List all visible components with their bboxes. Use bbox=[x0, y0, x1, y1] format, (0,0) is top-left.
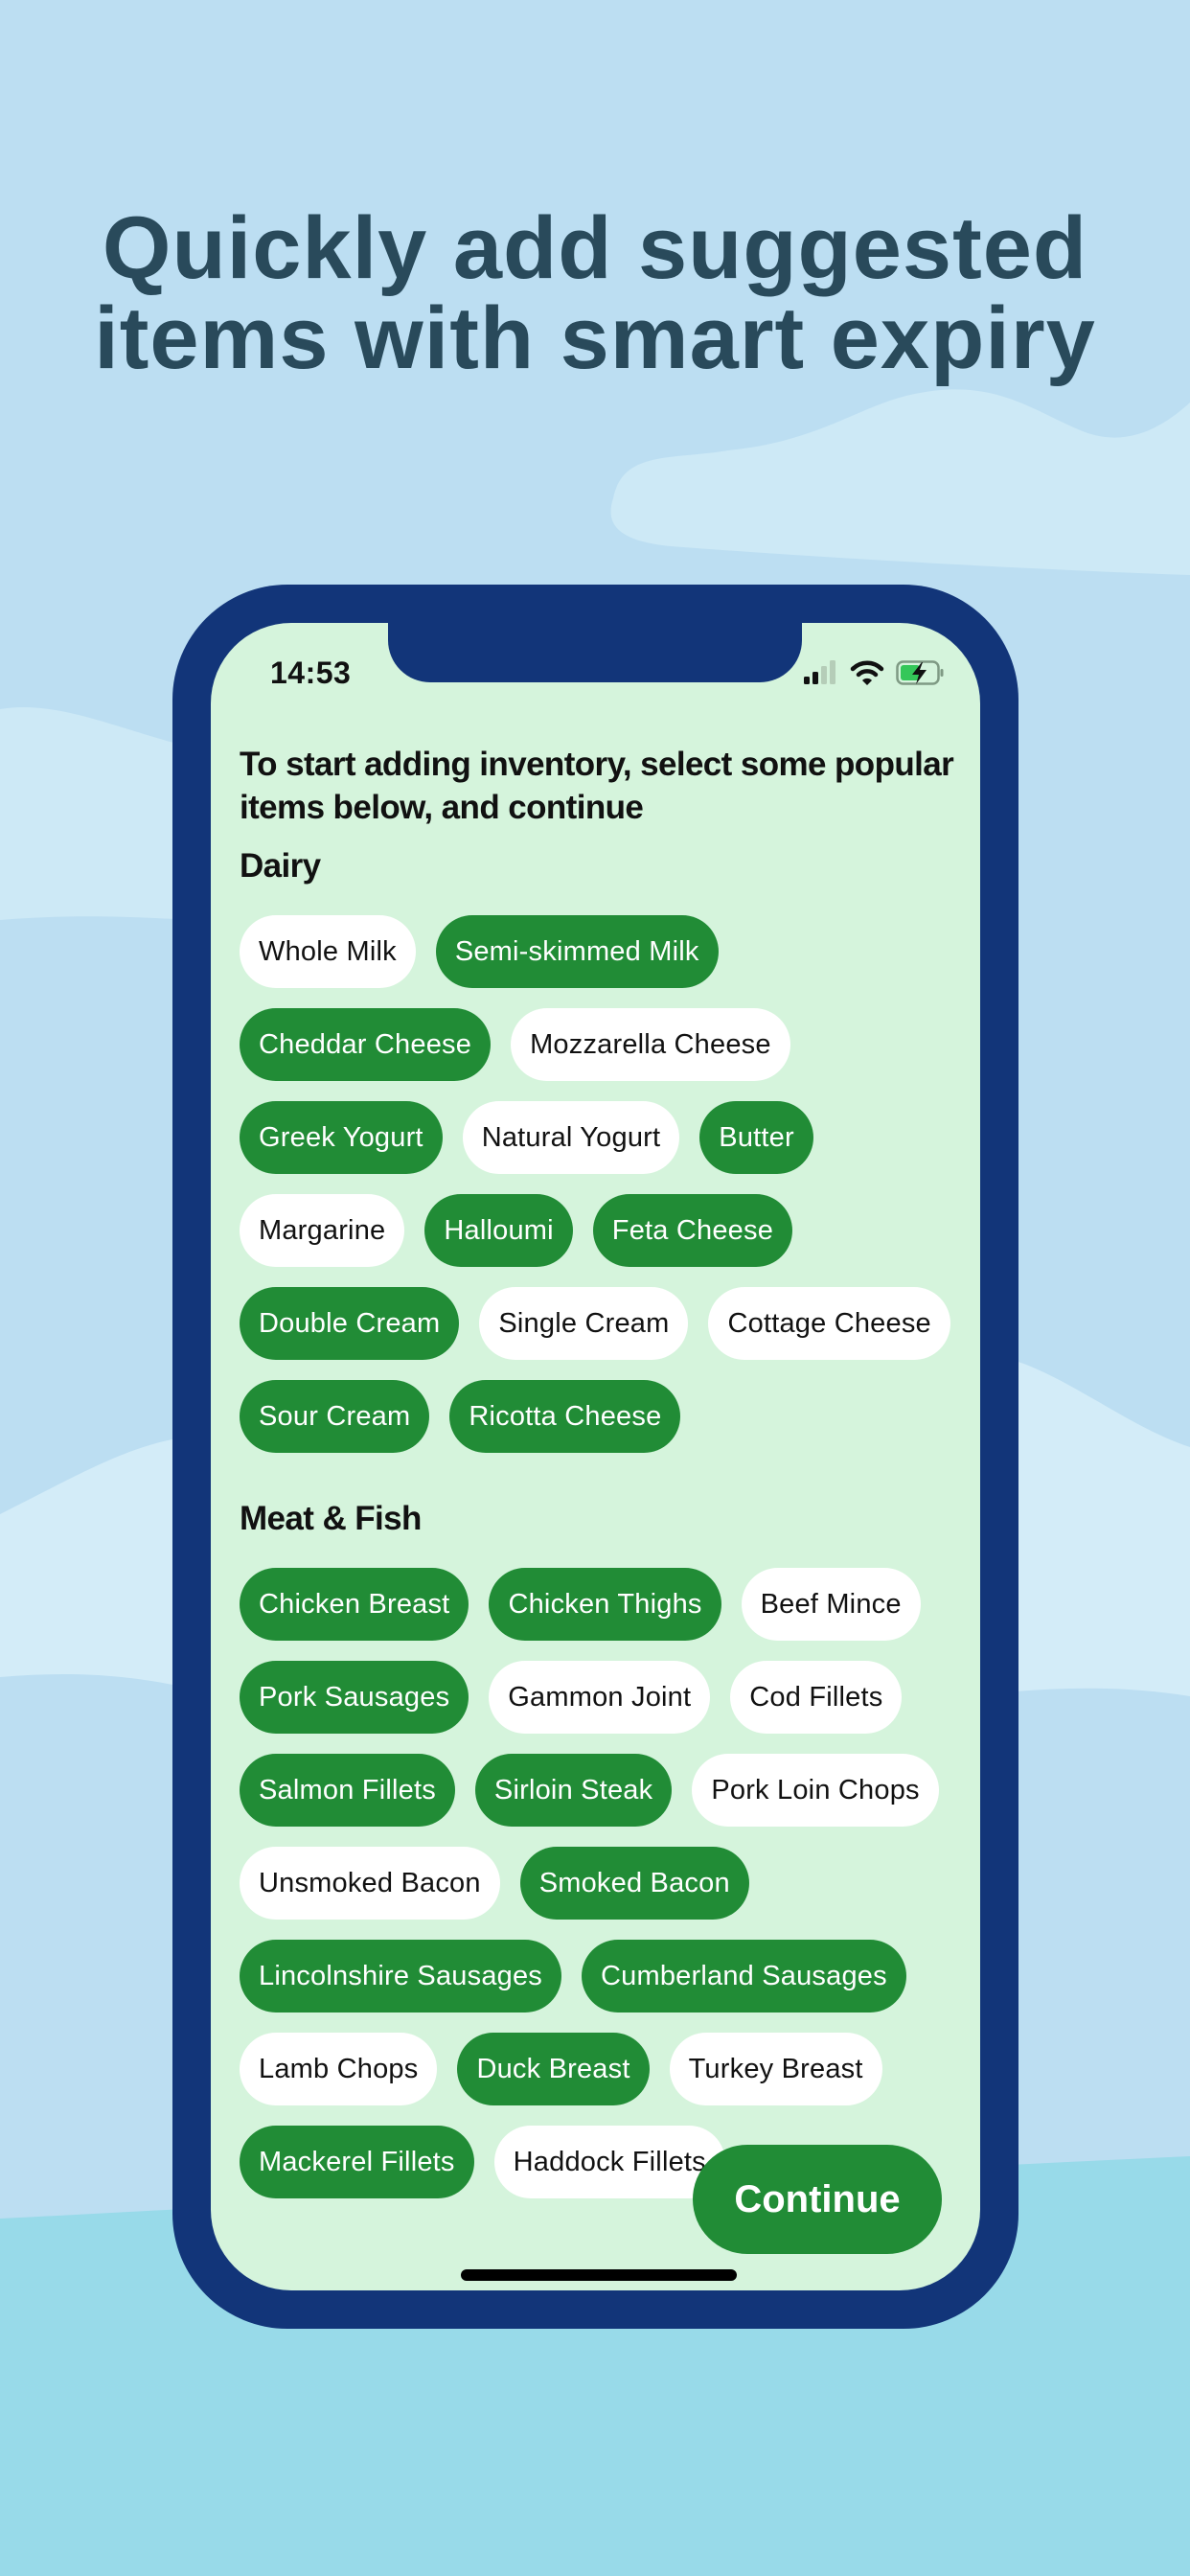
item-chip[interactable]: Greek Yogurt bbox=[240, 1101, 443, 1174]
item-chip[interactable]: Gammon Joint bbox=[489, 1661, 711, 1734]
item-chip[interactable]: Butter bbox=[699, 1101, 813, 1174]
item-chip-label: Pork Loin Chops bbox=[711, 1774, 920, 1806]
home-indicator[interactable] bbox=[461, 2269, 737, 2281]
item-chip[interactable]: Chicken Thighs bbox=[489, 1568, 721, 1641]
item-chip-label: Sirloin Steak bbox=[493, 1774, 653, 1806]
meat-fish-chip-group: Chicken Breast Chicken Thighs Beef Mince Po… bbox=[240, 1568, 968, 2198]
item-chip[interactable]: Lincolnshire Sausages bbox=[240, 1940, 561, 2012]
item-chip[interactable]: Sour Cream bbox=[240, 1380, 430, 1453]
item-chip[interactable]: Cheddar Cheese bbox=[240, 1008, 492, 1081]
item-chip-label: Greek Yogurt bbox=[259, 1121, 423, 1153]
item-chip-label: Beef Mince bbox=[760, 1588, 902, 1620]
item-chip[interactable]: Cod Fillets bbox=[730, 1661, 903, 1734]
item-chip[interactable]: Cottage Cheese bbox=[708, 1287, 950, 1360]
item-chip[interactable]: Feta Cheese bbox=[592, 1194, 793, 1267]
item-chip[interactable]: Unsmoked Bacon bbox=[240, 1847, 500, 1920]
continue-button[interactable]: Continue bbox=[693, 2145, 942, 2254]
item-chip-label: Sour Cream bbox=[259, 1400, 411, 1432]
item-chip-label: Cumberland Sausages bbox=[601, 1960, 887, 1991]
item-chip[interactable]: Chicken Breast bbox=[240, 1568, 469, 1641]
item-chip[interactable]: Sirloin Steak bbox=[474, 1754, 673, 1827]
item-chip-label: Cod Fillets bbox=[749, 1681, 883, 1713]
phone-frame: 14:53 To start adding inventory, select … bbox=[172, 585, 1018, 2329]
item-chip-label: Chicken Thighs bbox=[508, 1588, 702, 1620]
item-chip-label: Mackerel Fillets bbox=[259, 2146, 455, 2177]
item-chip[interactable]: Halloumi bbox=[424, 1194, 573, 1267]
item-chip[interactable]: Turkey Breast bbox=[669, 2033, 882, 2105]
item-chip-label: Ricotta Cheese bbox=[469, 1400, 662, 1432]
section-title-meat-fish: Meat & Fish bbox=[240, 1500, 422, 1537]
status-icons bbox=[802, 659, 946, 686]
item-chip[interactable]: Pork Sausages bbox=[240, 1661, 469, 1734]
item-chip[interactable]: Margarine bbox=[240, 1194, 405, 1267]
item-chip-label: Natural Yogurt bbox=[481, 1121, 661, 1153]
battery-charging-icon bbox=[896, 660, 944, 685]
item-chip[interactable]: Natural Yogurt bbox=[462, 1101, 680, 1174]
item-chip-label: Chicken Breast bbox=[259, 1588, 450, 1620]
item-chip-label: Semi-skimmed Milk bbox=[454, 935, 699, 967]
item-chip-label: Margarine bbox=[259, 1214, 386, 1246]
item-chip[interactable]: Mackerel Fillets bbox=[240, 2126, 474, 2198]
headline-line-2: items with smart expiry bbox=[94, 289, 1096, 387]
item-chip-label: Smoked Bacon bbox=[538, 1867, 730, 1898]
notch bbox=[388, 623, 802, 682]
item-chip[interactable]: Haddock Fillets bbox=[493, 2126, 725, 2198]
suggested-items-list[interactable]: To start adding inventory, select some p… bbox=[240, 743, 968, 2198]
item-chip[interactable]: Single Cream bbox=[479, 1287, 689, 1360]
item-chip-label: Cottage Cheese bbox=[727, 1307, 931, 1339]
phone-screen: 14:53 To start adding inventory, select … bbox=[211, 623, 980, 2290]
headline: Quickly add suggested items with smart e… bbox=[0, 203, 1190, 383]
item-chip-label: Haddock Fillets bbox=[513, 2146, 706, 2177]
headline-line-1: Quickly add suggested bbox=[102, 199, 1088, 297]
item-chip[interactable]: Double Cream bbox=[240, 1287, 460, 1360]
item-chip[interactable]: Pork Loin Chops bbox=[692, 1754, 939, 1827]
item-chip-label: Single Cream bbox=[498, 1307, 670, 1339]
section-title-dairy: Dairy bbox=[240, 847, 321, 885]
item-chip[interactable]: Salmon Fillets bbox=[240, 1754, 455, 1827]
dairy-chip-group: Whole Milk Semi-skimmed Milk Cheddar Chees… bbox=[240, 915, 968, 1453]
cellular-signal-icon bbox=[804, 660, 835, 684]
item-chip-label: Halloumi bbox=[444, 1214, 554, 1246]
item-chip-label: Duck Breast bbox=[476, 2053, 630, 2084]
item-chip-label: Cheddar Cheese bbox=[259, 1028, 472, 1060]
item-chip-label: Salmon Fillets bbox=[259, 1774, 436, 1806]
status-time: 14:53 bbox=[270, 656, 352, 690]
item-chip[interactable]: Ricotta Cheese bbox=[449, 1380, 681, 1453]
item-chip[interactable]: Duck Breast bbox=[457, 2033, 650, 2105]
item-chip[interactable]: Whole Milk bbox=[240, 915, 416, 988]
item-chip[interactable]: Mozzarella Cheese bbox=[511, 1008, 790, 1081]
item-chip-label: Gammon Joint bbox=[508, 1681, 692, 1713]
item-chip[interactable]: Semi-skimmed Milk bbox=[435, 915, 719, 988]
item-chip[interactable]: Smoked Bacon bbox=[519, 1847, 749, 1920]
item-chip-label: Pork Sausages bbox=[259, 1681, 450, 1713]
item-chip-label: Feta Cheese bbox=[611, 1214, 774, 1246]
item-chip[interactable]: Cumberland Sausages bbox=[582, 1940, 906, 2012]
item-chip-label: Mozzarella Cheese bbox=[530, 1028, 771, 1060]
item-chip-label: Butter bbox=[719, 1121, 794, 1153]
item-chip[interactable]: Beef Mince bbox=[741, 1568, 921, 1641]
item-chip-label: Turkey Breast bbox=[688, 2053, 863, 2084]
intro-text: To start adding inventory, select some p… bbox=[240, 746, 954, 826]
wifi-icon bbox=[850, 660, 884, 685]
item-chip-label: Unsmoked Bacon bbox=[259, 1867, 481, 1898]
item-chip[interactable]: Lamb Chops bbox=[240, 2033, 438, 2105]
item-chip-label: Lincolnshire Sausages bbox=[259, 1960, 542, 1991]
item-chip-label: Double Cream bbox=[259, 1307, 441, 1339]
item-chip-label: Whole Milk bbox=[259, 935, 397, 967]
item-chip-label: Lamb Chops bbox=[259, 2053, 419, 2084]
